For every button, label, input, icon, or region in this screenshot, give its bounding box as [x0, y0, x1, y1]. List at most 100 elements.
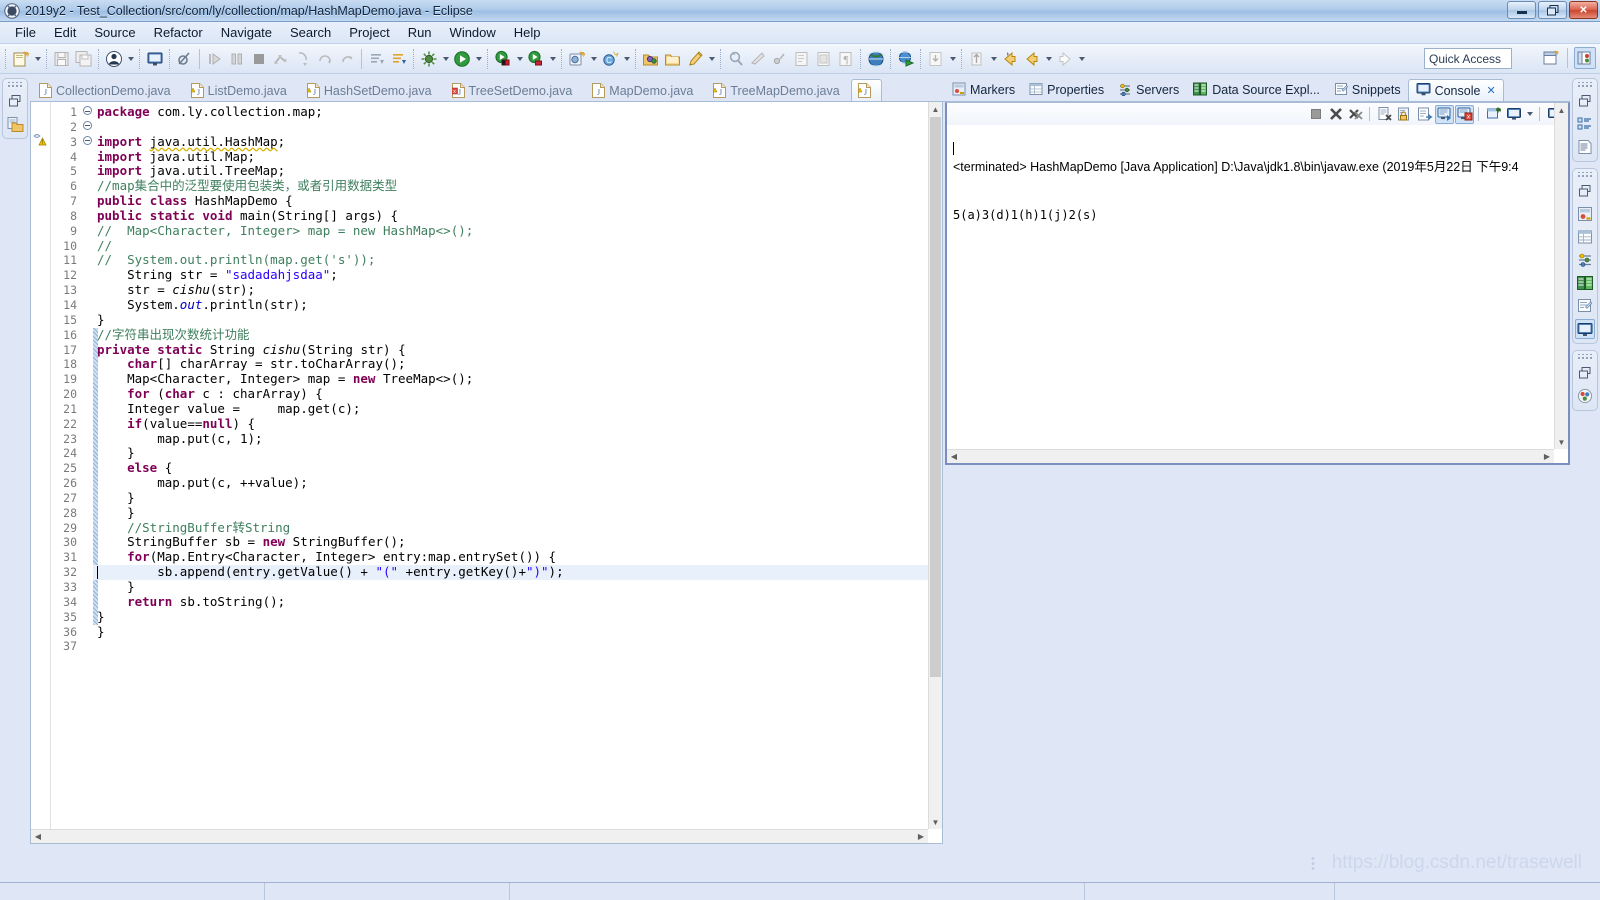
scroll-down-arrow[interactable]: ▼: [1555, 435, 1568, 449]
code-line[interactable]: }: [93, 312, 942, 328]
code-line[interactable]: map.put(c, ++value);: [93, 475, 942, 491]
editor-tab-listdemo[interactable]: J ListDemo.java: [182, 79, 298, 101]
tab-properties[interactable]: Properties: [1022, 79, 1111, 101]
code-line[interactable]: //字符串出现次数统计功能: [93, 327, 942, 343]
quick-access-input[interactable]: Quick Access: [1424, 48, 1512, 69]
console-view-icon[interactable]: [1575, 319, 1595, 339]
open-console-icon[interactable]: [144, 48, 166, 70]
menu-source[interactable]: Source: [85, 23, 144, 42]
task-list-icon[interactable]: [1575, 137, 1595, 157]
editor-tab-mapdemo[interactable]: J MapDemo.java: [583, 79, 704, 101]
data-source-explorer-icon[interactable]: [1575, 273, 1595, 293]
new-class-icon[interactable]: C: [599, 48, 621, 70]
drag-grip[interactable]: [1577, 82, 1593, 88]
code-line[interactable]: map.put(c, 1);: [93, 431, 942, 447]
code-line[interactable]: }: [93, 490, 942, 506]
java-ee-perspective-icon[interactable]: [1574, 47, 1596, 69]
markers-view-icon[interactable]: [1575, 204, 1595, 224]
code-line[interactable]: import java.util.HashMap;: [93, 134, 942, 150]
debug-icon[interactable]: [418, 48, 440, 70]
run-on-server-icon[interactable]: [895, 48, 917, 70]
fold-collapse-icon[interactable]: [82, 106, 92, 115]
code-line[interactable]: }: [93, 505, 942, 521]
console-output[interactable]: <terminated> HashMapDemo [Java Applicati…: [947, 125, 1568, 463]
code-line[interactable]: //: [93, 238, 942, 254]
console-view[interactable]: x <terminated> HashMapDemo [Java Applica…: [945, 102, 1570, 465]
fold-collapse-icon[interactable]: [82, 135, 92, 145]
restore-button[interactable]: [1538, 1, 1567, 19]
code-line[interactable]: for(Map.Entry<Character, Integer> entry:…: [93, 549, 942, 565]
restore-icon[interactable]: [5, 91, 25, 111]
display-selected-console-icon[interactable]: [1504, 105, 1523, 124]
scroll-thumb[interactable]: [930, 117, 941, 677]
code-line[interactable]: Integer value = map.get(c);: [93, 401, 942, 417]
previous-annotation-icon[interactable]: [388, 48, 410, 70]
code-line[interactable]: //StringBuffer转String: [93, 520, 942, 536]
remove-all-launches-icon[interactable]: [1346, 105, 1365, 124]
console-horizontal-scrollbar[interactable]: ◀ ▶: [947, 449, 1554, 463]
code-line[interactable]: private static String cishu(String str) …: [93, 342, 942, 358]
code-line[interactable]: if(value==null) {: [93, 416, 942, 432]
menu-navigate[interactable]: Navigate: [212, 23, 281, 42]
code-line[interactable]: public static void main(String[] args) {: [93, 208, 942, 224]
code-line[interactable]: //map集合中的泛型要使用包装类，或者引用数据类型: [93, 178, 942, 194]
dropdown-arrow-backhist[interactable]: [988, 48, 999, 70]
dropdown-arrow-download[interactable]: [947, 48, 958, 70]
code-line[interactable]: }: [93, 624, 942, 640]
editor-horizontal-scrollbar[interactable]: ◀ ▶: [31, 829, 928, 843]
remove-launch-icon[interactable]: [1326, 105, 1345, 124]
tab-console[interactable]: Console ✕: [1407, 79, 1504, 101]
run-external-tools-icon[interactable]: [525, 48, 547, 70]
code-line[interactable]: import java.util.TreeMap;: [93, 163, 942, 179]
code-line[interactable]: for (char c : charArray) {: [93, 386, 942, 402]
scroll-right-arrow[interactable]: ▶: [914, 830, 928, 843]
open-task-icon[interactable]: [662, 48, 684, 70]
menu-file[interactable]: File: [6, 23, 45, 42]
dropdown-arrow-quickfix[interactable]: [706, 48, 717, 70]
editor-vertical-scrollbar[interactable]: ▲ ▼: [928, 102, 942, 829]
project-explorer-icon[interactable]: [5, 114, 25, 134]
word-wrap-icon[interactable]: [1415, 105, 1434, 124]
code-line[interactable]: }: [93, 579, 942, 595]
properties-view-icon[interactable]: [1575, 227, 1595, 247]
fold-collapse-icon[interactable]: [82, 120, 92, 130]
drag-grip[interactable]: [1577, 172, 1593, 178]
progress-view-icon[interactable]: [1575, 386, 1595, 406]
user-profile-icon[interactable]: [103, 48, 125, 70]
open-type-icon[interactable]: [640, 48, 662, 70]
new-wizard-icon[interactable]: [10, 48, 32, 70]
dropdown-arrow-debug[interactable]: [440, 48, 451, 70]
lock-scroll-icon[interactable]: [1395, 105, 1414, 124]
code-line[interactable]: StringBuffer sb = new StringBuffer();: [93, 535, 942, 550]
code-line[interactable]: // System.out.println(map.get('s'));: [93, 253, 942, 268]
show-console-on-output-icon[interactable]: [1435, 104, 1454, 124]
dropdown-arrow-newproj[interactable]: [588, 48, 599, 70]
minimize-button[interactable]: [1507, 1, 1536, 19]
menu-project[interactable]: Project: [340, 23, 398, 42]
code-line[interactable]: sb.append(entry.getValue() + "(" +entry.…: [93, 564, 942, 580]
back-icon[interactable]: [999, 48, 1021, 70]
editor-tab-treesetdemo[interactable]: Jx TreeSetDemo.java: [443, 79, 584, 101]
dropdown-arrow-console[interactable]: [1524, 103, 1535, 125]
new-java-project-icon[interactable]: [566, 48, 588, 70]
dropdown-arrow-forward[interactable]: [1076, 48, 1087, 70]
scroll-left-arrow[interactable]: ◀: [31, 830, 45, 843]
window-controls[interactable]: ✕: [1507, 1, 1598, 19]
code-line[interactable]: str = cishu(str);: [93, 282, 942, 298]
outline-view-icon[interactable]: [1575, 114, 1595, 134]
close-icon[interactable]: ✕: [1486, 84, 1495, 97]
menu-edit[interactable]: Edit: [45, 23, 85, 42]
code-line[interactable]: return sb.toString();: [93, 594, 942, 610]
editor-tab-hashmapdemo-active[interactable]: J: [850, 79, 882, 101]
menu-window[interactable]: Window: [441, 23, 505, 42]
code-line[interactable]: public class HashMapDemo {: [93, 193, 942, 209]
menu-run[interactable]: Run: [399, 23, 441, 42]
code-line[interactable]: String str = "sadadahjsdaa";: [93, 267, 942, 283]
back-icon-2[interactable]: [1021, 48, 1043, 70]
drag-grip[interactable]: [7, 82, 23, 88]
restore-icon[interactable]: [1575, 181, 1595, 201]
tab-snippets[interactable]: Snippets: [1327, 79, 1408, 101]
warning-marker-icon[interactable]: !: [33, 133, 48, 152]
menu-refactor[interactable]: Refactor: [145, 23, 212, 42]
open-perspective-icon[interactable]: [1540, 47, 1562, 69]
